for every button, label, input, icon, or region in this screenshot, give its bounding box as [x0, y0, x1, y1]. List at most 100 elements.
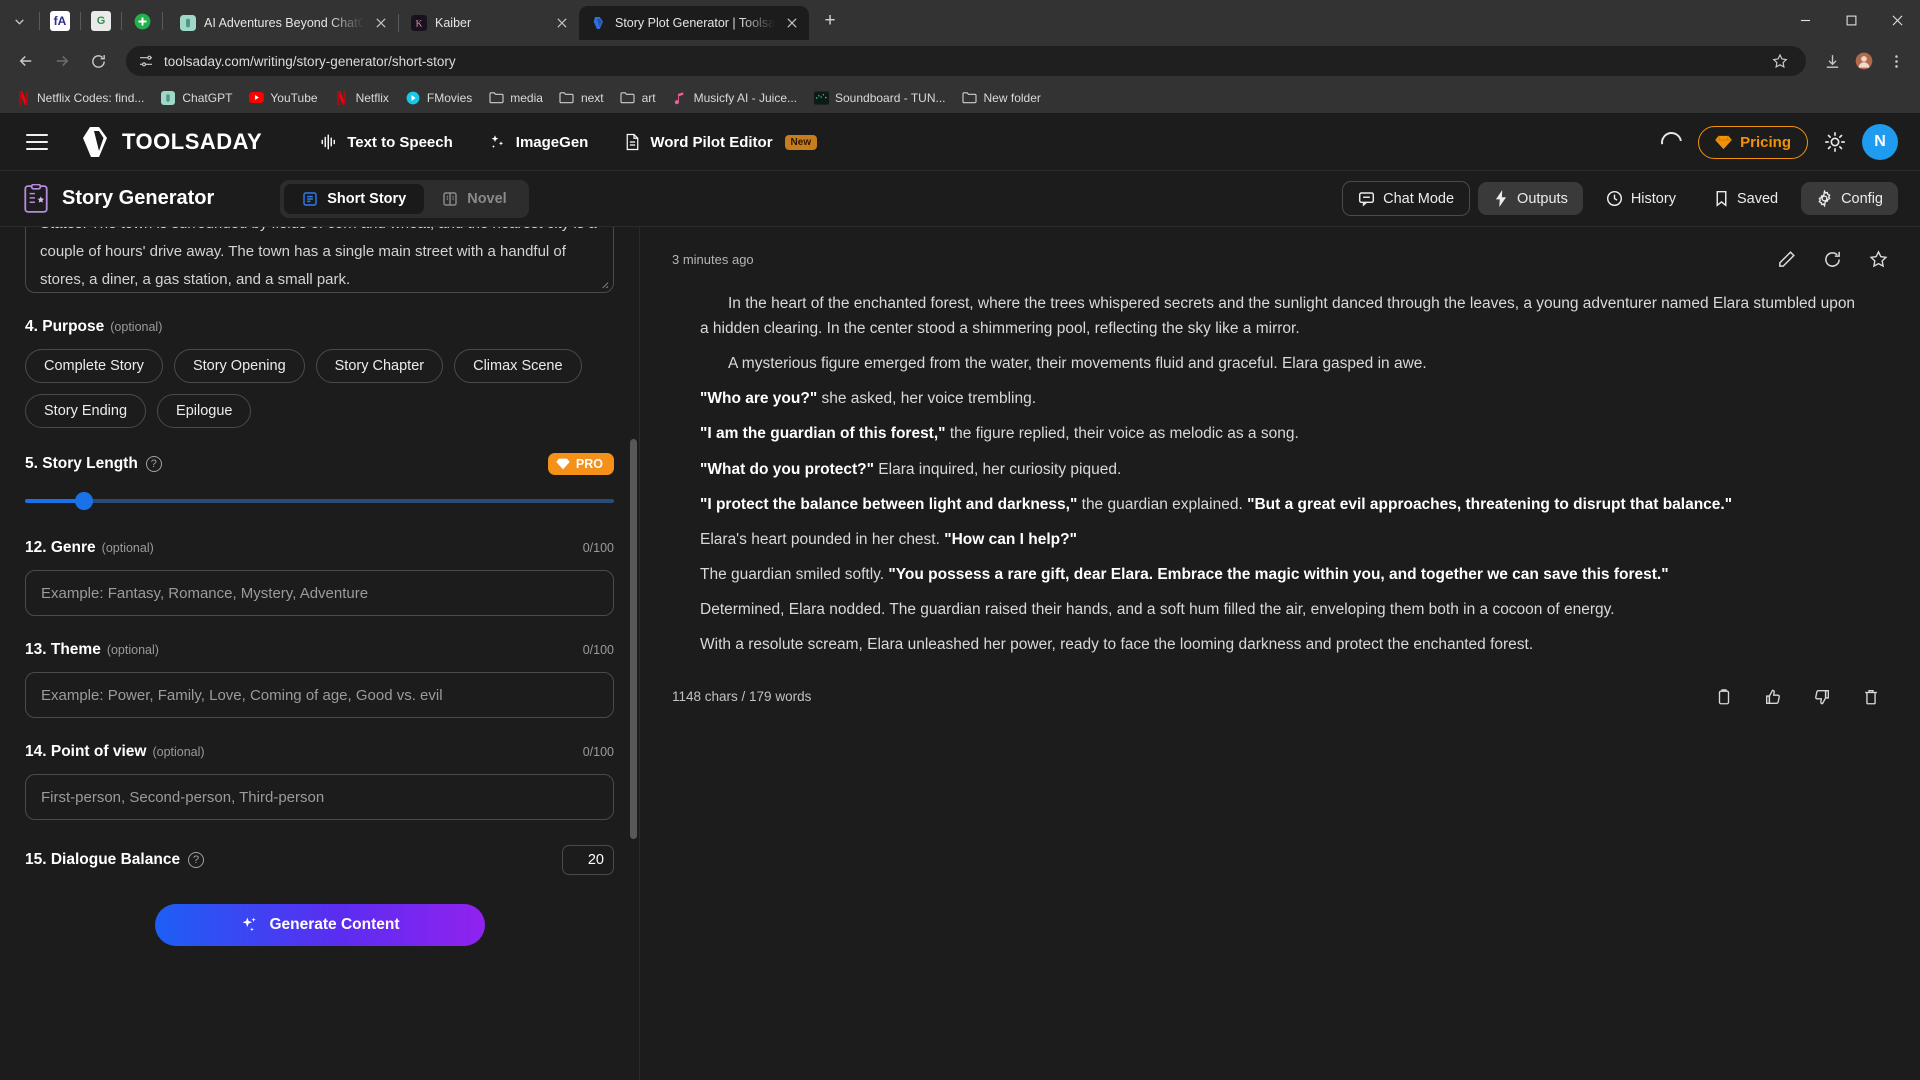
- menu-hamburger-icon[interactable]: [22, 125, 56, 159]
- bookmark-folder[interactable]: New folder: [955, 86, 1048, 110]
- copy-icon[interactable]: [1714, 687, 1733, 706]
- browser-menu-icon[interactable]: [1882, 47, 1910, 75]
- favorite-star-icon[interactable]: [1868, 249, 1888, 269]
- close-window-button[interactable]: [1874, 0, 1920, 40]
- profile-avatar-icon[interactable]: [1850, 47, 1878, 75]
- bookmark-item[interactable]: FMovies: [398, 86, 479, 110]
- purpose-chip[interactable]: Climax Scene: [454, 349, 582, 383]
- purpose-chip[interactable]: Complete Story: [25, 349, 163, 383]
- bookmark-folder[interactable]: media: [481, 86, 550, 110]
- mode-novel[interactable]: Novel: [424, 184, 525, 214]
- tab-search-chevron-icon[interactable]: [4, 6, 34, 36]
- edit-pencil-icon[interactable]: [1776, 249, 1796, 269]
- svg-text:K: K: [416, 19, 423, 29]
- brand-logo[interactable]: TOOLSADAY: [82, 126, 262, 158]
- action-label: Chat Mode: [1383, 190, 1455, 207]
- generate-row: Generate Content: [25, 888, 614, 966]
- purpose-chip[interactable]: Story Chapter: [315, 349, 444, 383]
- address-bar[interactable]: toolsaday.com/writing/story-generator/sh…: [126, 46, 1806, 76]
- browser-tab[interactable]: AI Adventures Beyond ChatGPT: [168, 6, 398, 40]
- scrollbar-thumb[interactable]: [630, 439, 637, 839]
- story-dialogue-run: "What do you protect?": [700, 460, 874, 478]
- theme-input[interactable]: Example: Power, Family, Love, Coming of …: [25, 672, 614, 718]
- pinned-shortcut-fa-icon[interactable]: fA: [45, 6, 75, 36]
- back-icon[interactable]: [10, 45, 42, 77]
- chat-mode-button[interactable]: Chat Mode: [1342, 181, 1471, 216]
- reload-icon[interactable]: [82, 45, 114, 77]
- help-icon[interactable]: ?: [188, 852, 205, 868]
- mode-short-story[interactable]: Short Story: [284, 183, 425, 214]
- forward-icon[interactable]: [46, 45, 78, 77]
- nav-label: ImageGen: [515, 133, 589, 151]
- new-tab-button[interactable]: +: [815, 6, 845, 36]
- divider: [80, 12, 81, 30]
- close-icon[interactable]: [372, 14, 390, 32]
- regenerate-icon[interactable]: [1822, 249, 1842, 269]
- bookmark-folder[interactable]: next: [552, 86, 611, 110]
- purpose-chip[interactable]: Story Ending: [25, 394, 147, 428]
- pinned-shortcut-g-icon[interactable]: G: [86, 6, 116, 36]
- saved-button[interactable]: Saved: [1699, 182, 1793, 215]
- nav-imagegen[interactable]: ImageGen: [475, 125, 603, 159]
- outputs-button[interactable]: Outputs: [1478, 182, 1583, 215]
- story-length-slider[interactable]: [25, 488, 614, 514]
- slider-thumb[interactable]: [75, 492, 93, 510]
- bookmark-icon: [1714, 190, 1729, 207]
- bookmark-item[interactable]: Netflix: [327, 86, 396, 110]
- pro-label: PRO: [575, 457, 603, 471]
- thumbs-down-icon[interactable]: [1812, 687, 1831, 706]
- bookmark-item[interactable]: Netflix Codes: find...: [8, 86, 151, 110]
- purpose-chip[interactable]: Epilogue: [157, 394, 252, 428]
- gear-icon: [1816, 190, 1833, 207]
- point-of-view-input[interactable]: First-person, Second-person, Third-perso…: [25, 774, 614, 820]
- site-settings-icon[interactable]: [138, 53, 154, 69]
- help-icon[interactable]: ?: [145, 456, 162, 472]
- purpose-chip[interactable]: Story Opening: [173, 349, 305, 383]
- setting-textarea[interactable]: States. The town is surrounded by fields…: [25, 227, 614, 293]
- bookmark-item[interactable]: YouTube: [241, 86, 324, 110]
- bookmark-label: ChatGPT: [182, 90, 233, 105]
- sparkle-image-icon: [489, 133, 507, 151]
- minimize-button[interactable]: [1782, 0, 1828, 40]
- history-button[interactable]: History: [1591, 182, 1691, 215]
- genre-input[interactable]: Example: Fantasy, Romance, Mystery, Adve…: [25, 570, 614, 616]
- generate-content-button[interactable]: Generate Content: [154, 904, 485, 946]
- bookmark-item[interactable]: ChatGPT: [153, 86, 239, 110]
- divider: [39, 12, 40, 30]
- bookmark-star-icon[interactable]: [1766, 47, 1794, 75]
- close-icon[interactable]: [783, 14, 801, 32]
- delete-trash-icon[interactable]: [1861, 687, 1880, 706]
- thumbs-up-icon[interactable]: [1763, 687, 1782, 706]
- page-title-text: Story Generator: [62, 187, 215, 209]
- maximize-button[interactable]: [1828, 0, 1874, 40]
- point-of-view-placeholder: First-person, Second-person, Third-perso…: [41, 788, 325, 806]
- url-text: toolsaday.com/writing/story-generator/sh…: [164, 53, 456, 69]
- user-avatar[interactable]: N: [1862, 124, 1898, 160]
- bookmark-item[interactable]: Soundboard - TUN...: [806, 86, 953, 110]
- netflix-icon: [15, 90, 31, 106]
- nav-text-to-speech[interactable]: Text to Speech: [306, 125, 467, 159]
- pro-badge[interactable]: PRO: [547, 453, 614, 475]
- theme-toggle-sun-icon[interactable]: [1824, 131, 1846, 153]
- close-icon[interactable]: [553, 14, 571, 32]
- story-paragraph: "What do you protect?" Elara inquired, h…: [700, 457, 1860, 482]
- pricing-button[interactable]: Pricing: [1698, 125, 1808, 159]
- diamond-icon: [556, 458, 570, 470]
- pricing-label: Pricing: [1740, 133, 1791, 151]
- browser-tab[interactable]: K Kaiber: [399, 6, 579, 40]
- left-panel-scrollbar[interactable]: [630, 227, 637, 1080]
- bookmark-item[interactable]: Musicfy AI - Juice...: [665, 86, 804, 110]
- resize-grip-icon[interactable]: [598, 278, 609, 289]
- nav-word-pilot-editor[interactable]: Word Pilot Editor New: [610, 125, 831, 159]
- bookmark-label: Netflix: [355, 90, 389, 105]
- tab-title: AI Adventures Beyond ChatGPT: [204, 16, 364, 30]
- dialogue-balance-input[interactable]: 20: [562, 845, 614, 875]
- config-button[interactable]: Config: [1801, 182, 1898, 215]
- tool-subbar: Story Generator Short Story Novel Chat M…: [0, 171, 1920, 227]
- optional-tag: (optional): [101, 541, 154, 555]
- downloads-icon[interactable]: [1818, 47, 1846, 75]
- chatgpt-icon: [160, 90, 176, 106]
- bookmark-folder[interactable]: art: [613, 86, 663, 110]
- pinned-shortcut-add-icon[interactable]: [127, 6, 157, 36]
- browser-tab-active[interactable]: Story Plot Generator | Toolsaday: [579, 6, 809, 40]
